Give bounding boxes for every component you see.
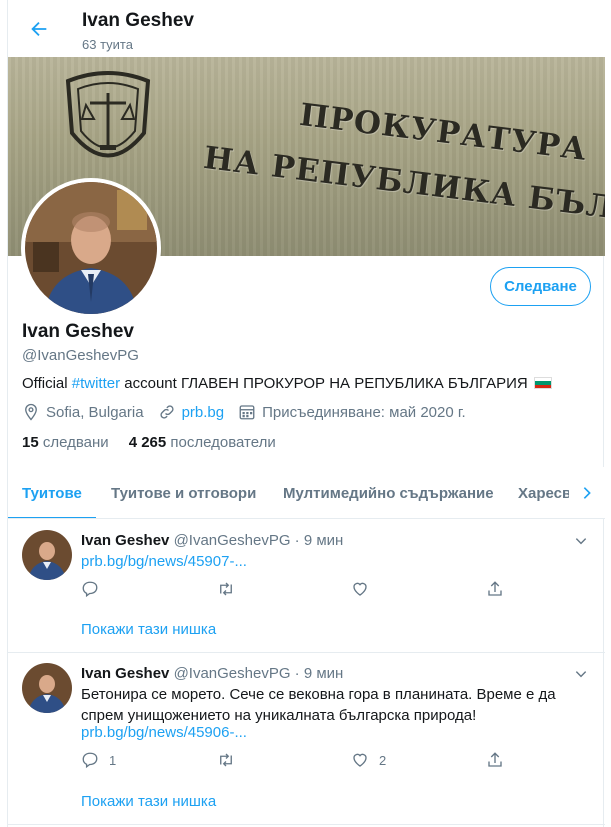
tweet-actions: 1 2 [81, 751, 504, 771]
tweet-count: 63 туита [82, 37, 133, 52]
reply-icon [82, 581, 98, 598]
tweet-link[interactable]: prb.bg/bg/news/45906-... [81, 724, 247, 741]
back-button[interactable] [24, 14, 54, 44]
like-button[interactable] [351, 580, 379, 598]
tweet-meta: @IvanGeshevPG · 9 мин [173, 532, 344, 549]
reply-count: 1 [109, 752, 117, 768]
hashtag-link[interactable]: #twitter [72, 375, 120, 392]
tweet-header: Ivan Geshev @IvanGeshevPG · 9 мин [81, 665, 343, 682]
follow-button[interactable]: Следване [490, 267, 591, 306]
follow-stats: 15 следвани 4 265 последователи [22, 434, 276, 451]
show-thread-link[interactable]: Покажи тази нишка [81, 793, 216, 810]
profile-meta: Sofia, Bulgaria prb.bg Присъединяване: м… [22, 403, 480, 421]
heart-icon [353, 582, 367, 596]
join-date: Присъединяване: май 2020 г. [238, 403, 466, 421]
like-count: 2 [379, 752, 387, 768]
retweet-icon [220, 753, 232, 767]
show-thread-link[interactable]: Покажи тази нишка [81, 621, 216, 638]
profile-tabs: Туитове Туитове и отговори Мултимедийно … [8, 467, 605, 519]
share-button[interactable] [486, 580, 504, 598]
tweet-avatar[interactable] [22, 530, 72, 580]
tab-tweets-and-replies[interactable]: Туитове и отговори [111, 467, 256, 518]
location: Sofia, Bulgaria [22, 403, 144, 421]
tweet-menu-button[interactable] [571, 531, 591, 551]
tweet-text: Бетонира се морето. Сече се вековна гора… [81, 686, 556, 724]
profile-bio: Official #twitter account ГЛАВЕН ПРОКУРО… [22, 375, 552, 392]
website-link[interactable]: prb.bg [182, 404, 225, 421]
tweet-meta: @IvanGeshevPG · 9 мин [173, 665, 344, 682]
tab-media[interactable]: Мултимедийно съдържание [283, 467, 494, 518]
chevron-down-icon [575, 671, 587, 678]
tweet-avatar[interactable] [22, 663, 72, 713]
tweet-header: Ivan Geshev @IvanGeshevPG · 9 мин [81, 532, 343, 549]
profile-name: Ivan Geshev [22, 321, 134, 342]
like-button[interactable]: 2 [351, 751, 386, 769]
tweet-actions [81, 580, 504, 600]
tweet-author[interactable]: Ivan Geshev [81, 532, 169, 549]
tweet-menu-button[interactable] [571, 664, 591, 684]
tweet[interactable]: Ivan Geshev @IvanGeshevPG · 9 мин prb.bg… [8, 519, 605, 653]
retweet-icon [220, 582, 232, 596]
bulgaria-flag-icon [533, 377, 552, 389]
profile-handle: @IvanGeshevPG [22, 347, 139, 364]
link-icon [158, 403, 176, 421]
tweet-link[interactable]: prb.bg/bg/news/45907-... [81, 553, 247, 570]
prosecution-emblem [65, 71, 151, 158]
profile-page: Ivan Geshev 63 туита ПРОКУРАТУРА НА РЕПУ… [7, 0, 605, 827]
website[interactable]: prb.bg [158, 403, 225, 421]
profile-avatar[interactable] [21, 178, 161, 318]
retweet-button[interactable] [216, 580, 246, 598]
following-link[interactable]: 15 следвани [22, 434, 109, 451]
share-button[interactable] [486, 751, 504, 769]
share-icon [488, 581, 502, 596]
tab-tweets[interactable]: Туитове [8, 467, 96, 518]
share-icon [488, 752, 502, 767]
heart-icon [353, 753, 367, 767]
location-pin-icon [22, 403, 40, 421]
tweet-author[interactable]: Ivan Geshev [81, 665, 169, 682]
back-arrow-icon [31, 21, 47, 37]
reply-button[interactable] [81, 580, 109, 598]
tabs-scroll-right-button[interactable] [569, 467, 605, 518]
calendar-icon [238, 403, 256, 421]
chevron-right-icon [583, 487, 591, 499]
top-header: Ivan Geshev 63 туита [8, 0, 605, 57]
reply-icon [82, 752, 98, 769]
chevron-down-icon [575, 538, 587, 545]
header-title: Ivan Geshev [82, 10, 194, 31]
tweet[interactable]: Ivan Geshev @IvanGeshevPG · 9 мин Бетони… [8, 653, 605, 825]
followers-link[interactable]: 4 265 последователи [129, 434, 276, 451]
retweet-button[interactable] [216, 751, 246, 769]
reply-button[interactable]: 1 [81, 751, 116, 769]
